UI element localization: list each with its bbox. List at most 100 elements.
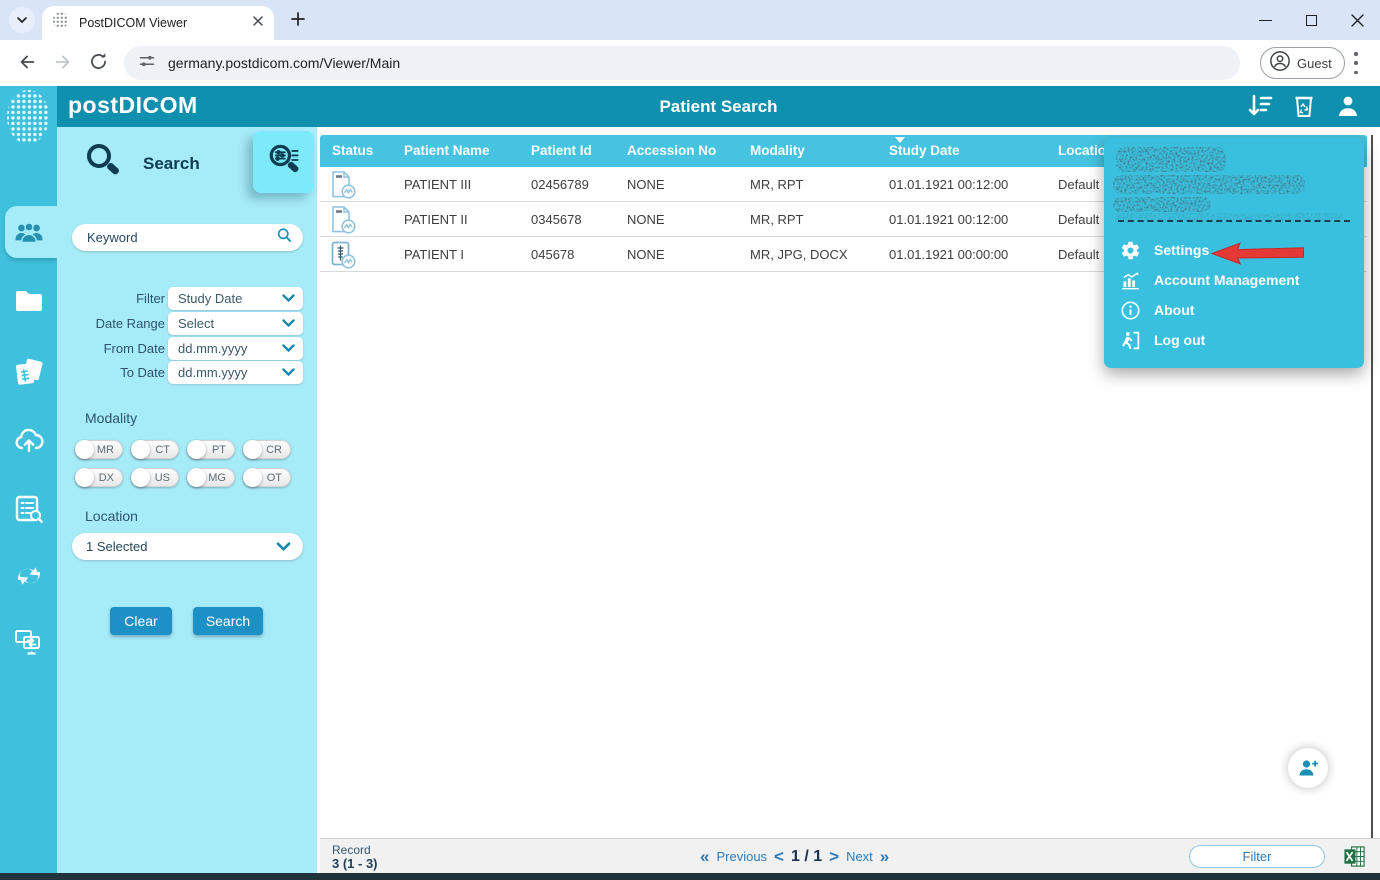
- chevron-down-icon: [276, 542, 291, 552]
- address-bar[interactable]: germany.postdicom.com/Viewer/Main: [124, 46, 1240, 80]
- modality-toggle-cr[interactable]: CR: [243, 440, 291, 459]
- modality-toggle-mr[interactable]: MR: [75, 440, 123, 459]
- keyword-input-wrap: [72, 224, 303, 251]
- to-date-select[interactable]: dd.mm.yyyy: [168, 361, 303, 384]
- from-date-label: From Date: [104, 341, 165, 356]
- window-minimize-button[interactable]: [1242, 0, 1288, 40]
- sync-icon[interactable]: [13, 560, 45, 592]
- modality-toggle-ot[interactable]: OT: [243, 468, 291, 487]
- cloud-upload-icon[interactable]: [13, 424, 45, 456]
- location-select[interactable]: 1 Selected: [72, 533, 303, 560]
- gear-icon: [1120, 240, 1141, 261]
- column-patient-name[interactable]: Patient Name: [404, 143, 490, 158]
- browser-profile-button[interactable]: Guest: [1260, 47, 1345, 79]
- browser-menu-button[interactable]: [1354, 52, 1358, 74]
- menu-item-about[interactable]: About: [1120, 295, 1350, 325]
- menu-divider: [1118, 220, 1350, 222]
- date-range-select[interactable]: Select: [168, 312, 303, 335]
- share-screens-icon[interactable]: [13, 625, 45, 657]
- window-maximize-button[interactable]: [1288, 0, 1334, 40]
- filter-select[interactable]: Study Date: [168, 287, 303, 310]
- scroll-track[interactable]: [1371, 135, 1373, 866]
- new-tab-button[interactable]: [290, 11, 308, 29]
- cell-patient-id: 02456789: [531, 177, 589, 192]
- search-panel: Search Filter Study Date: [57, 127, 317, 873]
- user-icon[interactable]: [1334, 92, 1362, 120]
- forward-button[interactable]: [52, 51, 76, 75]
- sort-order-icon[interactable]: [1246, 92, 1274, 120]
- browser-tabstrip: PostDICOM Viewer: [0, 0, 1380, 40]
- browser-tab[interactable]: PostDICOM Viewer: [42, 6, 274, 40]
- modality-toggle-us[interactable]: US: [131, 468, 179, 487]
- first-page-icon[interactable]: «: [700, 848, 709, 865]
- column-patient-id[interactable]: Patient Id: [531, 143, 592, 158]
- cell-accession-no: NONE: [627, 212, 665, 227]
- app-header: postDICOM Patient Search: [57, 86, 1380, 127]
- modality-label: Modality: [85, 410, 137, 426]
- add-patient-fab[interactable]: [1288, 748, 1328, 788]
- annotation-arrow-to-settings: [1210, 241, 1306, 270]
- date-range-label: Date Range: [96, 316, 165, 331]
- search-button[interactable]: Search: [193, 607, 263, 635]
- tab-title: PostDICOM Viewer: [79, 16, 252, 30]
- cell-study-date: 01.01.1921 00:12:00: [889, 212, 1008, 227]
- url-text[interactable]: germany.postdicom.com/Viewer/Main: [168, 55, 400, 71]
- cell-study-date: 01.01.1921 00:00:00: [889, 247, 1008, 262]
- previous-page-button[interactable]: Previous: [716, 849, 767, 864]
- tab-close-icon[interactable]: [252, 14, 264, 32]
- folder-icon[interactable]: [13, 285, 45, 317]
- sidebar: [0, 86, 57, 873]
- trash-icon[interactable]: [1290, 92, 1318, 120]
- next-page-button[interactable]: Next: [846, 849, 873, 864]
- studies-icon[interactable]: [13, 357, 45, 389]
- chevron-down-icon: [282, 294, 295, 303]
- export-excel-button[interactable]: [1343, 845, 1366, 868]
- modality-toggle-dx[interactable]: DX: [75, 468, 123, 487]
- tab-advanced-search[interactable]: [253, 131, 314, 193]
- profile-avatar-icon: [1269, 50, 1291, 77]
- page-indicator: 1 / 1: [791, 848, 822, 866]
- cell-patient-id: 045678: [531, 247, 574, 262]
- xray-check-icon[interactable]: [329, 240, 357, 270]
- bar-chart-icon: [1120, 270, 1141, 291]
- cell-location: Default: [1058, 247, 1099, 262]
- advanced-search-icon: [264, 140, 304, 185]
- cell-modality: MR, RPT: [750, 177, 803, 192]
- screen: PostDICOM Viewer: [0, 0, 1380, 880]
- clear-button[interactable]: Clear: [110, 607, 172, 635]
- tab-search[interactable]: Search: [81, 139, 200, 188]
- worklist-search-icon[interactable]: [13, 493, 45, 525]
- site-settings-icon[interactable]: [138, 52, 156, 75]
- cell-modality: MR, JPG, DOCX: [750, 247, 848, 262]
- results-footer: Record 3 (1 - 3) « Previous < 1 / 1 > Ne…: [320, 838, 1380, 873]
- patients-icon[interactable]: [13, 217, 45, 249]
- from-date-select[interactable]: dd.mm.yyyy: [168, 337, 303, 360]
- user-menu: Settings Account Management About Log ou…: [1104, 138, 1364, 368]
- previous-page-icon[interactable]: <: [774, 848, 784, 865]
- report-check-icon[interactable]: [329, 170, 357, 200]
- keyword-search-icon[interactable]: [276, 227, 293, 249]
- tab-search-chevron-icon[interactable]: [9, 7, 35, 33]
- column-modality[interactable]: Modality: [750, 143, 805, 158]
- column-study-date[interactable]: Study Date: [889, 143, 960, 158]
- column-accession-no[interactable]: Accession No: [627, 143, 716, 158]
- cell-patient-id: 0345678: [531, 212, 582, 227]
- back-button[interactable]: [16, 51, 40, 75]
- keyword-input[interactable]: [85, 229, 276, 246]
- modality-toggle-mg[interactable]: MG: [187, 468, 235, 487]
- next-page-icon[interactable]: >: [829, 848, 839, 865]
- filter-button[interactable]: Filter: [1189, 845, 1325, 868]
- window-controls: [1242, 0, 1380, 40]
- search-tab-label: Search: [143, 154, 200, 174]
- modality-toggle-pt[interactable]: PT: [187, 440, 235, 459]
- column-status[interactable]: Status: [332, 143, 373, 158]
- reload-button[interactable]: [88, 51, 112, 75]
- info-icon: [1120, 300, 1141, 321]
- record-label: Record: [332, 843, 371, 857]
- last-page-icon[interactable]: »: [880, 848, 889, 865]
- report-check-icon[interactable]: [329, 205, 357, 235]
- menu-item-log-out[interactable]: Log out: [1120, 325, 1350, 355]
- favicon: [52, 12, 69, 34]
- window-close-button[interactable]: [1334, 0, 1380, 40]
- modality-toggle-ct[interactable]: CT: [131, 440, 179, 459]
